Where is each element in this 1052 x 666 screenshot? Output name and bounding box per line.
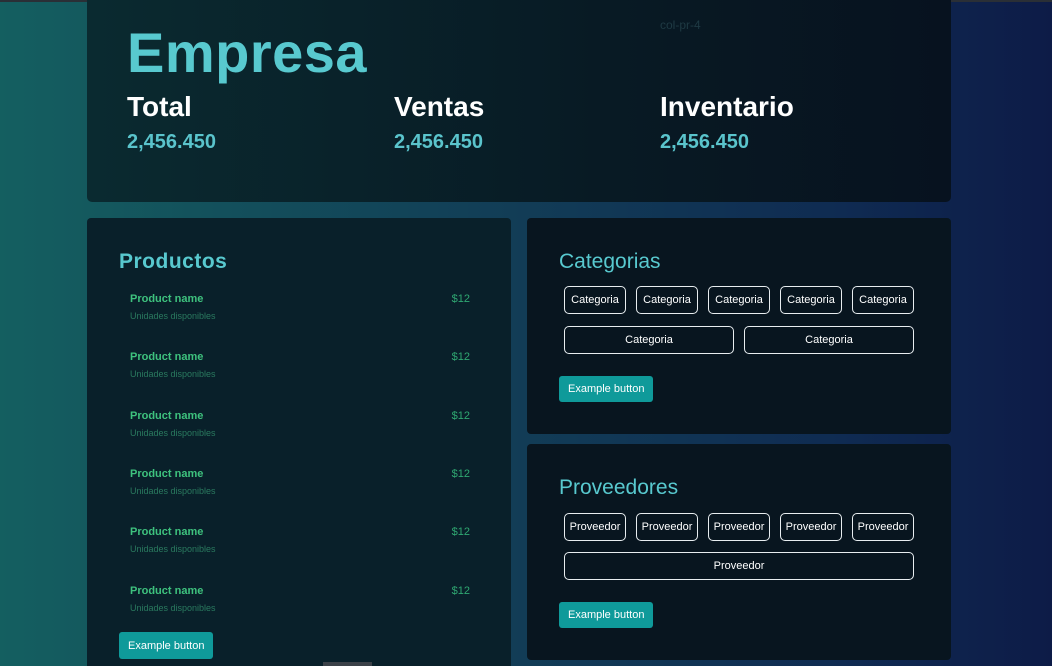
product-item[interactable]: Product name Unidades disponibles $12 xyxy=(130,468,470,496)
product-item[interactable]: Product name Unidades disponibles $12 xyxy=(130,351,470,379)
product-price: $12 xyxy=(451,526,470,538)
proveedor-chip[interactable]: Proveedor xyxy=(852,513,914,541)
categorias-panel: Categorias Categoria Categoria Categoria… xyxy=(527,218,951,434)
horizontal-scrollbar-thumb[interactable] xyxy=(323,662,372,666)
ghost-label: col-pr-4 xyxy=(660,18,701,32)
proveedores-title: Proveedores xyxy=(559,476,679,499)
product-name: Product name xyxy=(130,468,204,480)
product-units: Unidades disponibles xyxy=(130,544,216,554)
product-price: $12 xyxy=(451,585,470,597)
categorias-title: Categorias xyxy=(559,250,661,273)
product-units: Unidades disponibles xyxy=(130,428,216,438)
categorias-example-button[interactable]: Example button xyxy=(559,376,654,402)
product-item[interactable]: Product name Unidades disponibles $12 xyxy=(130,293,470,321)
proveedor-chip[interactable]: Proveedor xyxy=(564,552,914,580)
product-units: Unidades disponibles xyxy=(130,369,216,379)
productos-panel: Productos Product name Unidades disponib… xyxy=(87,218,511,666)
categoria-chip[interactable]: Categoria xyxy=(564,326,734,354)
categoria-chip[interactable]: Categoria xyxy=(564,286,626,314)
proveedor-chip[interactable]: Proveedor xyxy=(780,513,842,541)
product-item[interactable]: Product name Unidades disponibles $12 xyxy=(130,526,470,554)
product-units: Unidades disponibles xyxy=(130,603,216,613)
header-panel: Empresa col-pr-4 Total 2,456.450 Ventas … xyxy=(87,0,951,202)
stat-label: Ventas xyxy=(394,91,485,122)
stat-value: 2,456.450 xyxy=(394,131,483,153)
stat-ventas: Ventas 2,456.450 xyxy=(394,91,484,154)
stat-label: Total xyxy=(127,91,192,122)
product-price: $12 xyxy=(451,410,470,422)
categoria-chip[interactable]: Categoria xyxy=(708,286,770,314)
proveedores-panel: Proveedores Proveedor Proveedor Proveedo… xyxy=(527,444,951,660)
product-name: Product name xyxy=(130,410,204,422)
product-price: $12 xyxy=(451,351,470,363)
product-name: Product name xyxy=(130,293,204,305)
proveedor-chip[interactable]: Proveedor xyxy=(564,513,626,541)
product-name: Product name xyxy=(130,351,204,363)
proveedores-example-button[interactable]: Example button xyxy=(559,602,654,628)
productos-title: Productos xyxy=(119,250,228,273)
categoria-chip[interactable]: Categoria xyxy=(780,286,842,314)
stat-value: 2,456.450 xyxy=(660,131,749,153)
stat-inventario: Inventario 2,456.450 xyxy=(660,91,794,154)
product-item[interactable]: Product name Unidades disponibles $12 xyxy=(130,410,470,438)
product-name: Product name xyxy=(130,526,204,538)
stat-total: Total 2,456.450 xyxy=(127,91,216,154)
stat-label: Inventario xyxy=(660,91,794,122)
categoria-chip[interactable]: Categoria xyxy=(744,326,914,354)
product-price: $12 xyxy=(451,293,470,305)
product-units: Unidades disponibles xyxy=(130,311,216,321)
categoria-chip[interactable]: Categoria xyxy=(636,286,698,314)
proveedor-chip[interactable]: Proveedor xyxy=(636,513,698,541)
product-units: Unidades disponibles xyxy=(130,486,216,496)
stat-value: 2,456.450 xyxy=(127,131,216,153)
product-item[interactable]: Product name Unidades disponibles $12 xyxy=(130,585,470,613)
productos-example-button[interactable]: Example button xyxy=(119,632,214,659)
product-name: Product name xyxy=(130,585,204,597)
categoria-chip[interactable]: Categoria xyxy=(852,286,914,314)
brand-title: Empresa xyxy=(127,21,368,84)
proveedor-chip[interactable]: Proveedor xyxy=(708,513,770,541)
product-price: $12 xyxy=(451,468,470,480)
